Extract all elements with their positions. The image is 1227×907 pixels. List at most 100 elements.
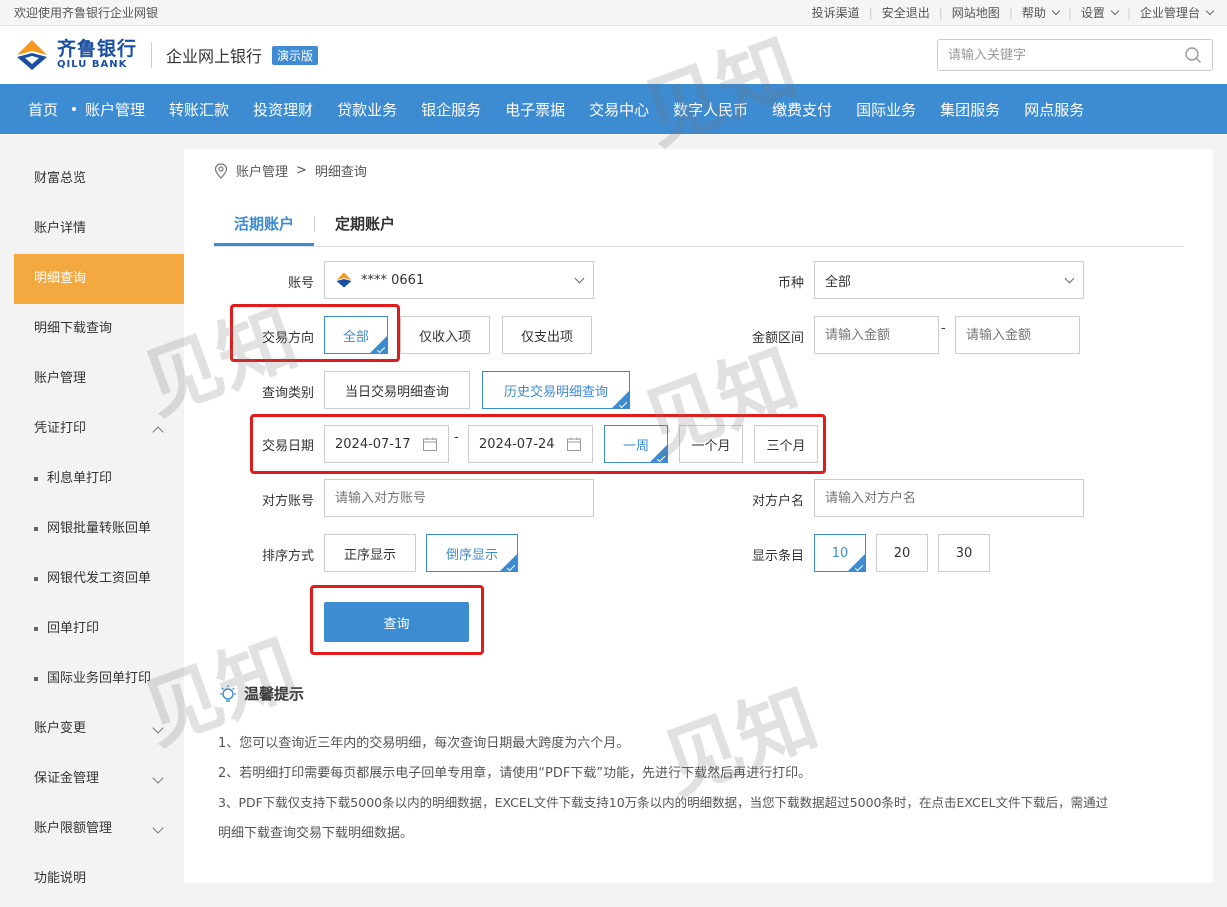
sidebar-item-account-change[interactable]: 账户变更 bbox=[14, 704, 184, 754]
main-nav: 首页 账户管理 转账汇款 投资理财 贷款业务 银企服务 电子票据 交易中心 数字… bbox=[0, 84, 1227, 134]
sidebar-item-voucher-print[interactable]: 凭证打印 bbox=[14, 404, 184, 454]
amount-max-input[interactable] bbox=[955, 316, 1080, 354]
nav-account-management[interactable]: 账户管理 bbox=[72, 99, 145, 120]
sidebar-item-label: 利息单打印 bbox=[47, 471, 113, 486]
sidebar-item-detail-query[interactable]: 明细查询 bbox=[14, 254, 184, 304]
sort-label: 排序方式 bbox=[261, 549, 314, 564]
page-size-10[interactable]: 10 bbox=[814, 534, 866, 572]
sort-ascending[interactable]: 正序显示 bbox=[324, 534, 416, 572]
bullet-icon bbox=[34, 576, 38, 581]
location-pin-icon bbox=[214, 162, 228, 179]
account-tabs: 活期账户 定期账户 bbox=[214, 209, 1184, 247]
divider: | bbox=[938, 5, 943, 20]
sidebar-item-account-detail[interactable]: 账户详情 bbox=[14, 204, 184, 254]
account-select[interactable]: **** 0661 bbox=[324, 261, 594, 299]
sidebar-item-function-help[interactable]: 功能说明 bbox=[14, 854, 184, 904]
sitemap-link[interactable]: 网站地图 bbox=[952, 4, 1000, 21]
nav-group-service[interactable]: 集团服务 bbox=[940, 99, 1000, 120]
sidebar-item-deposit-management[interactable]: 保证金管理 bbox=[14, 754, 184, 804]
tip-line-3: 3、PDF下载仅支持下载5000条以内的明细数据，EXCEL文件下载支持10万条… bbox=[218, 795, 1109, 810]
sidebar-item-account-management[interactable]: 账户管理 bbox=[14, 354, 184, 404]
header: 齐鲁银行 QILU BANK 企业网上银行 演示版 bbox=[0, 26, 1227, 84]
admin-console-menu[interactable]: 企业管理台 bbox=[1140, 4, 1215, 21]
utility-bar: 欢迎使用齐鲁银行企业网银 投诉渠道 | 安全退出 | 网站地图 | 帮助 | 设… bbox=[0, 0, 1227, 26]
sidebar-item-limit-management[interactable]: 账户限额管理 bbox=[14, 804, 184, 854]
tab-current-account[interactable]: 活期账户 bbox=[214, 209, 315, 246]
search-icon[interactable] bbox=[1184, 46, 1202, 64]
chevron-down-icon bbox=[152, 722, 164, 734]
bank-logo-icon bbox=[336, 272, 352, 288]
sidebar-item-label: 回单打印 bbox=[47, 621, 100, 636]
nav-investment[interactable]: 投资理财 bbox=[253, 99, 313, 120]
sidebar-item-label: 凭证打印 bbox=[34, 421, 87, 436]
sidebar: 财富总览 账户详情 明细查询 明细下载查询 账户管理 凭证打印 利息单打印 网银… bbox=[14, 134, 184, 907]
amount-range-label: 金额区间 bbox=[751, 331, 804, 346]
breadcrumb-current: 明细查询 bbox=[314, 165, 367, 180]
help-label: 帮助 bbox=[1021, 6, 1046, 20]
bank-logo-icon bbox=[17, 40, 47, 70]
chevron-down-icon bbox=[574, 273, 585, 284]
sidebar-item-detail-download[interactable]: 明细下载查询 bbox=[14, 304, 184, 354]
nav-loan[interactable]: 贷款业务 bbox=[337, 99, 397, 120]
sidebar-item-wealth-overview[interactable]: 财富总览 bbox=[14, 154, 184, 204]
currency-value: 全部 bbox=[825, 274, 852, 290]
sidebar-item-receipt-print[interactable]: 回单打印 bbox=[14, 604, 184, 654]
chevron-down-icon bbox=[1064, 273, 1075, 284]
nav-payment[interactable]: 缴费支付 bbox=[772, 99, 832, 120]
tip-line-1: 1、您可以查询近三年内的交易明细，每次查询日期最大跨度为六个月。 bbox=[218, 736, 630, 751]
product-name: 企业网上银行 bbox=[166, 47, 263, 66]
counter-name-input[interactable] bbox=[814, 479, 1084, 517]
bank-name-cn: 齐鲁银行 bbox=[57, 38, 138, 60]
query-type-history[interactable]: 历史交易明细查询 bbox=[482, 371, 630, 409]
currency-select[interactable]: 全部 bbox=[814, 261, 1084, 299]
sidebar-item-batch-transfer-receipt[interactable]: 网银批量转账回单 bbox=[14, 504, 184, 554]
check-icon bbox=[854, 562, 864, 571]
counter-account-input[interactable] bbox=[324, 479, 594, 517]
nav-trade-center[interactable]: 交易中心 bbox=[589, 99, 649, 120]
sidebar-item-label: 网银批量转账回单 bbox=[47, 521, 152, 536]
search-input[interactable] bbox=[948, 47, 1168, 63]
tab-fixed-account[interactable]: 定期账户 bbox=[315, 209, 415, 246]
help-menu[interactable]: 帮助 bbox=[1021, 4, 1061, 21]
highlight-date bbox=[250, 414, 826, 474]
check-icon bbox=[506, 562, 516, 571]
direction-option-income[interactable]: 仅收入项 bbox=[400, 316, 490, 354]
tips-title-text: 温馨提示 bbox=[244, 685, 305, 703]
demo-badge: 演示版 bbox=[272, 45, 319, 65]
option-label: 历史交易明细查询 bbox=[503, 384, 608, 400]
tips-title: 温馨提示 bbox=[218, 683, 304, 704]
complaint-link[interactable]: 投诉渠道 bbox=[812, 4, 860, 21]
divider bbox=[151, 42, 153, 68]
nav-home[interactable]: 首页 bbox=[28, 99, 58, 120]
logout-link[interactable]: 安全退出 bbox=[882, 4, 930, 21]
divider: | bbox=[1008, 5, 1013, 20]
nav-international[interactable]: 国际业务 bbox=[856, 99, 916, 120]
nav-branch-service[interactable]: 网点服务 bbox=[1024, 99, 1084, 120]
sort-descending[interactable]: 倒序显示 bbox=[426, 534, 518, 572]
breadcrumb-parent[interactable]: 账户管理 bbox=[236, 161, 288, 180]
nav-bank-enterprise[interactable]: 银企服务 bbox=[421, 99, 481, 120]
page-size-20[interactable]: 20 bbox=[876, 534, 928, 572]
chevron-up-icon bbox=[152, 426, 164, 438]
sidebar-item-payroll-receipt[interactable]: 网银代发工资回单 bbox=[14, 554, 184, 604]
sidebar-item-intl-receipt-print[interactable]: 国际业务回单打印 bbox=[14, 654, 184, 704]
sidebar-item-label: 网银代发工资回单 bbox=[47, 571, 152, 586]
nav-e-bills[interactable]: 电子票据 bbox=[505, 99, 565, 120]
query-type-today[interactable]: 当日交易明细查询 bbox=[324, 371, 470, 409]
amount-min-input[interactable] bbox=[814, 316, 939, 354]
nav-transfer[interactable]: 转账汇款 bbox=[169, 99, 229, 120]
bullet-icon bbox=[34, 626, 38, 631]
nav-digital-rmb[interactable]: 数字人民币 bbox=[673, 99, 748, 120]
highlight-query-button bbox=[310, 585, 484, 655]
bullet-icon bbox=[34, 526, 38, 531]
settings-menu[interactable]: 设置 bbox=[1081, 4, 1120, 21]
sidebar-item-label: 国际业务回单打印 bbox=[47, 671, 152, 686]
chevron-down-icon bbox=[1205, 6, 1215, 16]
direction-option-expense[interactable]: 仅支出项 bbox=[502, 316, 592, 354]
counter-name-label: 对方户名 bbox=[751, 494, 804, 509]
sidebar-item-interest-print[interactable]: 利息单打印 bbox=[14, 454, 184, 504]
page-size-30[interactable]: 30 bbox=[938, 534, 990, 572]
option-label: 10 bbox=[831, 545, 849, 561]
highlight-direction bbox=[230, 304, 400, 362]
active-dot-icon bbox=[72, 107, 77, 111]
